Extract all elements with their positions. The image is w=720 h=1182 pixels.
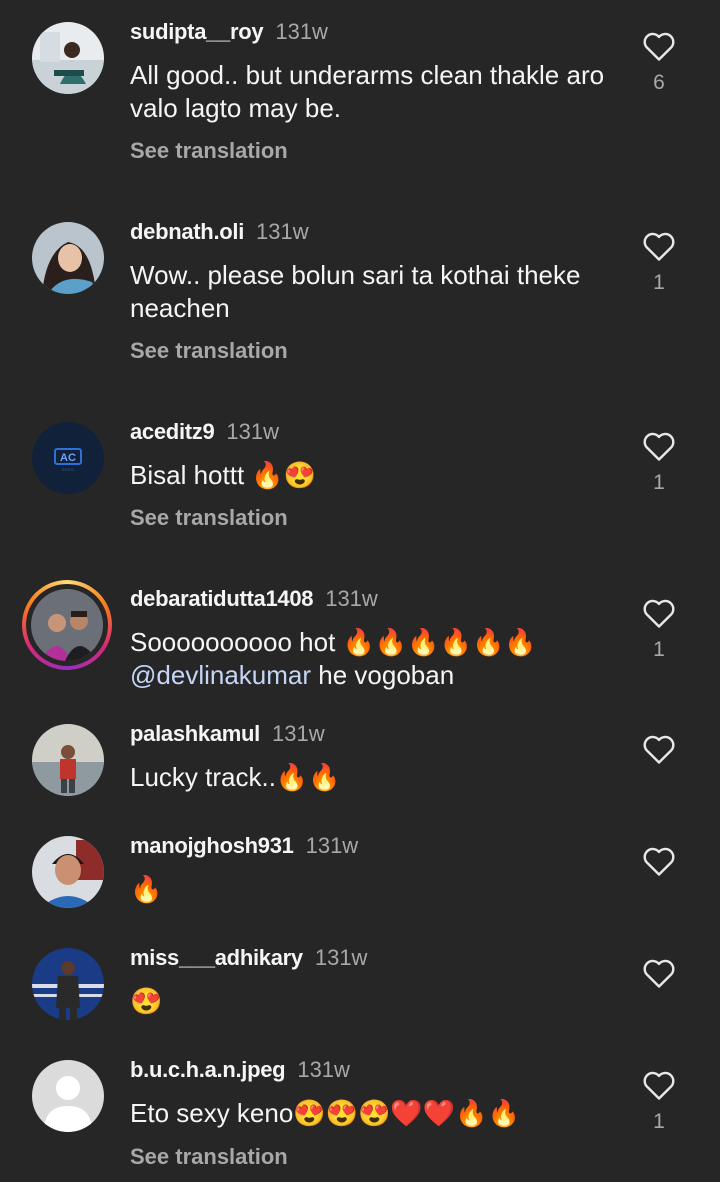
story-ring[interactable] [22, 580, 112, 670]
timestamp: 131w [314, 945, 368, 970]
comment-text: All good.. but underarms clean thakle ar… [130, 60, 605, 123]
username[interactable]: aceditz9 [130, 419, 215, 444]
comment-meta: aceditz9 131w [130, 418, 279, 446]
see-translation-button[interactable]: See translation [130, 337, 288, 365]
timestamp: 131w [325, 586, 378, 611]
username[interactable]: sudipta__roy [130, 19, 264, 44]
comment-text: Soooooooooo hot 🔥🔥🔥🔥🔥🔥 @devlinakumar he v… [130, 626, 640, 692]
comment-text: 😍 [130, 986, 163, 1016]
avatar[interactable] [32, 222, 104, 294]
avatar[interactable] [32, 22, 104, 94]
see-translation-button[interactable]: See translation [130, 504, 288, 532]
comment-meta: sudipta__roy 131w [130, 18, 328, 46]
like-count: 1 [653, 471, 665, 494]
comment-text-body: Soooooooooo hot 🔥🔥🔥🔥🔥🔥 [130, 627, 537, 657]
comment-meta: manojghosh931 131w [130, 832, 358, 860]
comment-text: Lucky track..🔥🔥 [130, 762, 341, 792]
heart-outline-icon[interactable] [642, 597, 676, 629]
username[interactable]: b.u.c.h.a.n.jpeg [130, 1057, 286, 1082]
comment-meta: b.u.c.h.a.n.jpeg 131w [130, 1056, 350, 1084]
comment-text: Eto sexy keno😍😍😍❤️❤️🔥🔥 [130, 1098, 520, 1128]
heart-outline-icon[interactable] [642, 230, 676, 262]
comment-text-tail: he vogoban [311, 660, 455, 690]
see-translation-button[interactable]: See translation [130, 137, 288, 165]
avatar [31, 589, 103, 661]
comment-meta: debaratidutta1408 131w [130, 585, 378, 613]
username[interactable]: manojghosh931 [130, 833, 294, 858]
like-count: 1 [653, 271, 665, 294]
avatar[interactable] [32, 836, 104, 908]
heart-outline-icon[interactable] [642, 957, 676, 989]
timestamp: 131w [226, 419, 280, 444]
heart-outline-icon[interactable] [642, 1069, 676, 1101]
comment-meta: palashkamul 131w [130, 720, 325, 748]
comment-text: Bisal hottt 🔥😍 [130, 460, 317, 490]
mention-link[interactable]: @devlinakumar [130, 660, 311, 690]
username[interactable]: palashkamul [130, 721, 260, 746]
like-count: 1 [653, 638, 665, 661]
avatar[interactable] [32, 1060, 104, 1132]
svg-text:EDITS: EDITS [62, 467, 74, 472]
timestamp: 131w [275, 19, 328, 44]
heart-outline-icon[interactable] [642, 30, 676, 62]
heart-outline-icon[interactable] [642, 845, 676, 877]
see-translation-button[interactable]: See translation [130, 1143, 288, 1171]
comment-meta: debnath.oli 131w [130, 218, 309, 246]
comment-meta: miss___adhikary 131w [130, 944, 367, 972]
timestamp: 131w [305, 833, 359, 858]
like-count: 1 [653, 1110, 665, 1133]
comment-text: Wow.. please bolun sari ta kothai theke … [130, 260, 581, 323]
username[interactable]: debnath.oli [130, 219, 244, 244]
heart-outline-icon[interactable] [642, 733, 676, 765]
username[interactable]: debaratidutta1408 [130, 586, 314, 611]
timestamp: 131w [256, 219, 309, 244]
comment-text: 🔥 [130, 874, 163, 904]
timestamp: 131w [271, 721, 325, 746]
avatar[interactable]: AC EDITS [32, 422, 104, 494]
avatar[interactable] [32, 948, 104, 1020]
like-count: 6 [653, 71, 665, 94]
timestamp: 131w [297, 1057, 350, 1082]
username[interactable]: miss___adhikary [130, 945, 303, 970]
heart-outline-icon[interactable] [642, 430, 676, 462]
svg-text:AC: AC [60, 452, 76, 464]
avatar[interactable] [32, 724, 104, 796]
